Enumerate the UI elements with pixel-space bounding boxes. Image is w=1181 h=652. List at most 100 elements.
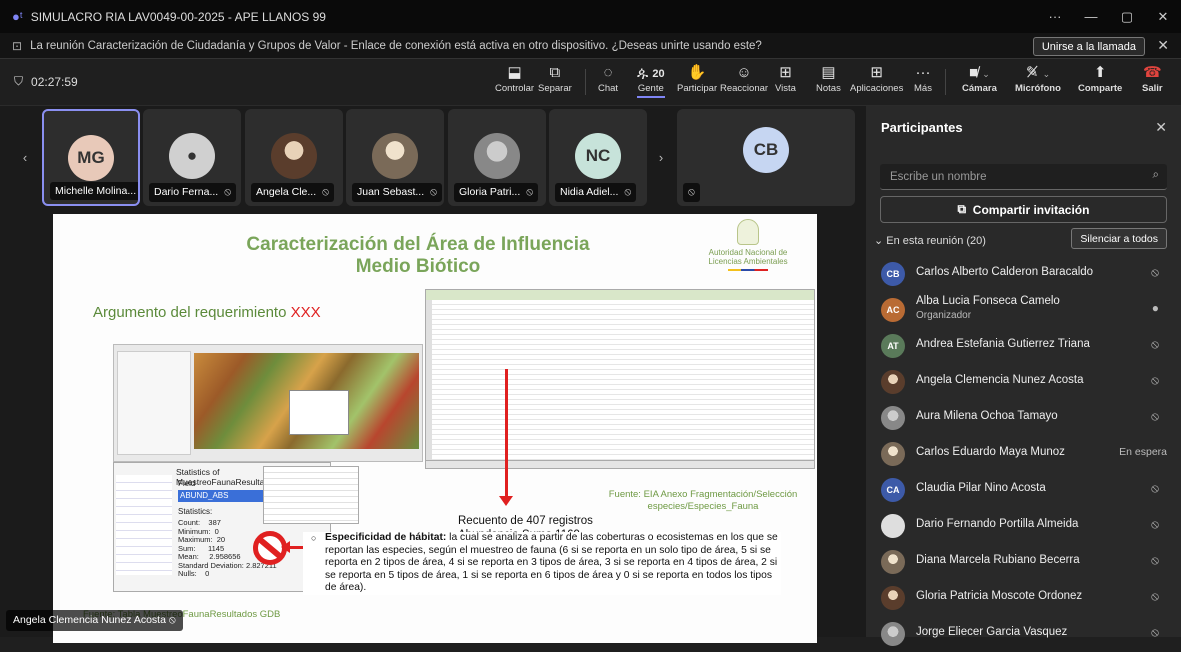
camera-button[interactable]: ■̸ ⌄ Cámara xyxy=(962,63,997,94)
participant-search-input[interactable]: Escribe un nombre ⌕ xyxy=(880,164,1167,190)
people-button[interactable]: ዹ 20 Gente xyxy=(637,63,665,98)
tile-name: Gloria Patri... ⦸ xyxy=(454,183,539,202)
participant-tile[interactable]: NC Nidia Adiel... ⦸ xyxy=(549,109,647,206)
mic-off-icon: ⦸ xyxy=(168,614,176,626)
mic-off-icon: ⦸ xyxy=(224,186,232,198)
minimize-icon[interactable]: — xyxy=(1073,0,1109,33)
habitat-specificity-text: ○ Especificidad de hábitat: la cual se a… xyxy=(303,532,781,595)
avatar xyxy=(881,550,905,574)
divider xyxy=(945,69,946,95)
tile-name: ⦸ xyxy=(683,183,700,202)
participant-row[interactable]: Jorge Eliecer Garcia Vasquez ⦸ xyxy=(866,616,1181,652)
field-label: Field xyxy=(178,479,196,488)
close-icon[interactable]: ✕ xyxy=(1145,0,1181,33)
participant-row[interactable]: Dario Fernando Portilla Almeida ⦸ xyxy=(866,508,1181,544)
participant-tile[interactable]: ● Dario Ferna... ⦸ xyxy=(143,109,241,206)
share-invite-button[interactable]: ⧉ Compartir invitación xyxy=(880,196,1167,223)
species-spreadsheet xyxy=(425,289,815,469)
in-meeting-section-toggle[interactable]: ⌄ En esta reunión (20) xyxy=(874,234,986,247)
leave-button[interactable]: ☎ Salir xyxy=(1142,63,1163,94)
mic-off-icon: ⦸ xyxy=(1151,481,1159,495)
share-icon: ⬆ xyxy=(1093,64,1107,81)
avatar xyxy=(881,406,905,430)
dismiss-banner-icon[interactable]: ✕ xyxy=(1157,37,1169,54)
tile-name: Michelle Molina... xyxy=(50,182,138,200)
chat-button[interactable]: ◌ Chat xyxy=(598,63,618,94)
view-icon: ⊞ xyxy=(779,64,792,81)
mute-all-button[interactable]: Silenciar a todos xyxy=(1071,228,1167,249)
search-icon: ⌕ xyxy=(1152,169,1159,181)
window-title: SIMULACRO RIA LAV0049-00-2025 - APE LLAN… xyxy=(30,9,326,24)
microphone-button[interactable]: ✎̸ ⌄ Micrófono xyxy=(1015,63,1061,94)
more-button[interactable]: ··· Más xyxy=(914,63,932,94)
layer-tree xyxy=(117,351,191,455)
raise-hand-icon: ✋ xyxy=(687,64,707,81)
mic-off-icon: ⦸ xyxy=(624,186,632,198)
mic-off-icon: ✎̸ ⌄ xyxy=(1025,64,1051,81)
maximize-icon[interactable]: ▢ xyxy=(1109,0,1145,33)
gallery-strip: MG Michelle Molina... ● Dario Ferna... ⦸ … xyxy=(40,109,855,206)
control-icon: ⬓ xyxy=(507,64,522,81)
meeting-toolbar: ⛉ 02:27:59 ⬓ Controlar ⧉ Separar ◌ Chat ዹ 2… xyxy=(0,59,1181,106)
avatar xyxy=(881,622,905,646)
device-banner: ⊡ La reunión Caracterización de Ciudadan… xyxy=(0,33,1181,59)
participant-tile[interactable]: Gloria Patri... ⦸ xyxy=(448,109,546,206)
source-note-eia: Fuente: EIA Anexo Fragmentación/Selecció… xyxy=(608,489,798,512)
control-button[interactable]: ⬓ Controlar xyxy=(495,63,534,94)
participant-row[interactable]: AT Andrea Estefania Gutierrez Triana ⦸ xyxy=(866,328,1181,364)
people-count: 20 xyxy=(652,68,665,80)
participant-row[interactable]: Gloria Patricia Moscote Ordonez ⦸ xyxy=(866,580,1181,616)
gallery-next-button[interactable]: › xyxy=(650,109,672,206)
devices-icon: ⊡ xyxy=(12,38,23,53)
share-button[interactable]: ⬆ Comparte xyxy=(1078,63,1122,94)
slide-title: Caracterización del Área de Influencia M… xyxy=(246,234,590,277)
avatar xyxy=(881,514,905,538)
participant-tile[interactable]: Juan Sebast... ⦸ xyxy=(346,109,444,206)
avatar: NC xyxy=(575,133,621,179)
people-icon: ዹ 20 xyxy=(637,64,665,81)
close-panel-icon[interactable]: ✕ xyxy=(1155,119,1167,136)
participant-row[interactable]: AC Alba Lucia Fonseca Camelo Organizador… xyxy=(866,292,1181,328)
panel-title: Participantes xyxy=(881,120,963,135)
mic-off-icon: ⦸ xyxy=(430,186,437,198)
mic-off-icon: ⦸ xyxy=(1151,337,1159,351)
mic-off-icon: ⦸ xyxy=(322,186,329,198)
more-options-icon[interactable]: ··· xyxy=(1037,0,1073,33)
participant-row[interactable]: Angela Clemencia Nunez Acosta ⦸ xyxy=(866,364,1181,400)
participant-row[interactable]: CA Claudia Pilar Nino Acosta ⦸ xyxy=(866,472,1181,508)
raise-hand-button[interactable]: ✋ Participar xyxy=(677,63,717,94)
anla-logo: Autoridad Nacional de Licencias Ambienta… xyxy=(693,219,803,271)
participant-row[interactable]: CB Carlos Alberto Calderon Baracaldo ⦸ xyxy=(866,256,1181,292)
avatar: AC xyxy=(881,298,905,322)
gallery-prev-button[interactable]: ‹ xyxy=(14,109,36,206)
mic-off-icon: ⦸ xyxy=(1151,589,1159,603)
mic-off-icon: ⦸ xyxy=(688,186,695,198)
chat-icon: ◌ xyxy=(603,64,613,81)
chevron-down-icon: ⌄ xyxy=(874,235,887,247)
react-icon: ☺ xyxy=(736,64,752,81)
statistics-label: Statistics: xyxy=(178,507,213,516)
apps-button[interactable]: ⊞ Aplicaciones xyxy=(850,63,903,94)
participant-row[interactable]: Carlos Eduardo Maya Munoz En espera xyxy=(866,436,1181,472)
react-button[interactable]: ☺ Reaccionar xyxy=(720,63,768,94)
attribute-table xyxy=(116,475,172,575)
view-button[interactable]: ⊞ Vista xyxy=(775,63,796,94)
arrow-line xyxy=(505,369,508,497)
mic-off-icon: ⦸ xyxy=(1151,517,1159,531)
participant-row[interactable]: Aura Milena Ochoa Tamayo ⦸ xyxy=(866,400,1181,436)
mic-off-icon: ⦸ xyxy=(526,186,534,198)
mic-off-icon: ⦸ xyxy=(1151,265,1159,279)
participant-row[interactable]: Diana Marcela Rubiano Becerra ⦸ xyxy=(866,544,1181,580)
notes-button[interactable]: ▤ Notas xyxy=(816,63,841,94)
spreadsheet-row-numbers xyxy=(426,300,432,465)
join-call-button[interactable]: Unirse a la llamada xyxy=(1032,37,1145,56)
popout-button[interactable]: ⧉ Separar xyxy=(538,63,572,94)
mic-off-icon: ⦸ xyxy=(1151,553,1159,567)
tile-name: Nidia Adiel... ⦸ xyxy=(555,183,637,202)
seal-icon xyxy=(737,219,759,245)
flag-bar xyxy=(728,269,768,271)
participant-tile[interactable]: CB ⦸ xyxy=(677,109,855,206)
participant-tile[interactable]: MG Michelle Molina... xyxy=(42,109,140,206)
participant-tile[interactable]: Angela Cle... ⦸ xyxy=(245,109,343,206)
tile-name: Dario Ferna... ⦸ xyxy=(149,183,237,202)
